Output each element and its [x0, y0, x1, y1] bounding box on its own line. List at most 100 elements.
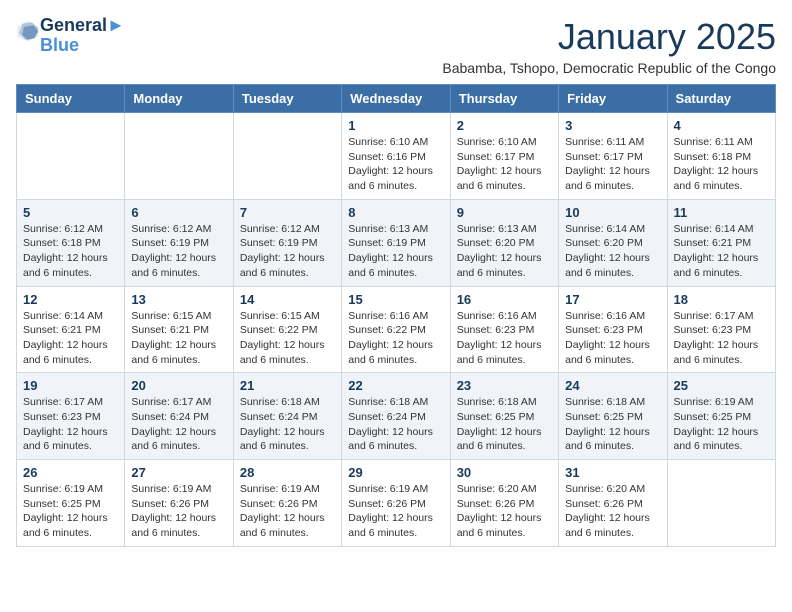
calendar-cell: 8 Sunrise: 6:13 AMSunset: 6:19 PMDaylight… [342, 199, 450, 286]
calendar-cell: 14Sunrise: 6:15 AMSunset: 6:22 PMDayligh… [233, 286, 341, 373]
day-info: Sunrise: 6:16 AMSunset: 6:23 PMDaylight:… [565, 309, 660, 368]
location-subtitle: Babamba, Tshopo, Democratic Republic of … [442, 60, 776, 76]
calendar-cell: 29 Sunrise: 6:19 AMSunset: 6:26 PMDayligh… [342, 460, 450, 547]
calendar-cell: 12 Sunrise: 6:14 AMSunset: 6:21 PMDayligh… [17, 286, 125, 373]
day-number: 17 [565, 292, 660, 307]
calendar-table: SundayMondayTuesdayWednesdayThursdayFrid… [16, 84, 776, 547]
calendar-cell: 5 Sunrise: 6:12 AMSunset: 6:18 PMDaylight… [17, 199, 125, 286]
day-info: Sunrise: 6:13 AMSunset: 6:20 PMDaylight:… [457, 222, 552, 281]
day-number: 25 [674, 378, 769, 393]
day-info: Sunrise: 6:10 AMSunset: 6:17 PMDaylight:… [457, 135, 552, 194]
day-info: Sunrise: 6:19 AMSunset: 6:25 PMDaylight:… [674, 395, 769, 454]
day-number: 28 [240, 465, 335, 480]
weekday-header: Monday [125, 85, 233, 113]
day-info: Sunrise: 6:19 AMSunset: 6:26 PMDaylight:… [131, 482, 226, 541]
day-info: Sunrise: 6:19 AMSunset: 6:26 PMDaylight:… [348, 482, 443, 541]
day-info: Sunrise: 6:18 AMSunset: 6:24 PMDaylight:… [348, 395, 443, 454]
calendar-week-row: 12 Sunrise: 6:14 AMSunset: 6:21 PMDayligh… [17, 286, 776, 373]
day-info: Sunrise: 6:16 AMSunset: 6:22 PMDaylight:… [348, 309, 443, 368]
day-number: 20 [131, 378, 226, 393]
calendar-cell: 27 Sunrise: 6:19 AMSunset: 6:26 PMDayligh… [125, 460, 233, 547]
calendar-cell: 20 Sunrise: 6:17 AMSunset: 6:24 PMDayligh… [125, 373, 233, 460]
day-number: 10 [565, 205, 660, 220]
calendar-header-row: SundayMondayTuesdayWednesdayThursdayFrid… [17, 85, 776, 113]
weekday-header: Friday [559, 85, 667, 113]
day-info: Sunrise: 6:20 AMSunset: 6:26 PMDaylight:… [565, 482, 660, 541]
day-info: Sunrise: 6:12 AMSunset: 6:18 PMDaylight:… [23, 222, 118, 281]
calendar-week-row: 1 Sunrise: 6:10 AMSunset: 6:16 PMDaylight… [17, 113, 776, 200]
day-number: 1 [348, 118, 443, 133]
calendar-cell: 28Sunrise: 6:19 AMSunset: 6:26 PMDayligh… [233, 460, 341, 547]
calendar-cell: 31 Sunrise: 6:20 AMSunset: 6:26 PMDayligh… [559, 460, 667, 547]
day-info: Sunrise: 6:14 AMSunset: 6:21 PMDaylight:… [674, 222, 769, 281]
calendar-week-row: 26 Sunrise: 6:19 AMSunset: 6:25 PMDayligh… [17, 460, 776, 547]
calendar-cell: 19 Sunrise: 6:17 AMSunset: 6:23 PMDayligh… [17, 373, 125, 460]
day-number: 13 [131, 292, 226, 307]
calendar-cell [233, 113, 341, 200]
day-info: Sunrise: 6:20 AMSunset: 6:26 PMDaylight:… [457, 482, 552, 541]
logo-text-line1: General► [40, 16, 125, 36]
weekday-header: Thursday [450, 85, 558, 113]
day-number: 21 [240, 378, 335, 393]
day-info: Sunrise: 6:18 AMSunset: 6:24 PMDaylight:… [240, 395, 335, 454]
calendar-cell: 13 Sunrise: 6:15 AMSunset: 6:21 PMDayligh… [125, 286, 233, 373]
day-number: 15 [348, 292, 443, 307]
day-info: Sunrise: 6:13 AMSunset: 6:19 PMDaylight:… [348, 222, 443, 281]
day-number: 27 [131, 465, 226, 480]
calendar-cell [667, 460, 775, 547]
calendar-cell: 30 Sunrise: 6:20 AMSunset: 6:26 PMDayligh… [450, 460, 558, 547]
day-number: 6 [131, 205, 226, 220]
day-info: Sunrise: 6:19 AMSunset: 6:25 PMDaylight:… [23, 482, 118, 541]
day-number: 24 [565, 378, 660, 393]
day-number: 4 [674, 118, 769, 133]
calendar-cell: 2 Sunrise: 6:10 AMSunset: 6:17 PMDaylight… [450, 113, 558, 200]
day-info: Sunrise: 6:14 AMSunset: 6:21 PMDaylight:… [23, 309, 118, 368]
day-number: 29 [348, 465, 443, 480]
weekday-header: Tuesday [233, 85, 341, 113]
weekday-header: Wednesday [342, 85, 450, 113]
day-info: Sunrise: 6:15 AMSunset: 6:21 PMDaylight:… [131, 309, 226, 368]
calendar-week-row: 19 Sunrise: 6:17 AMSunset: 6:23 PMDayligh… [17, 373, 776, 460]
calendar-cell: 21 Sunrise: 6:18 AMSunset: 6:24 PMDayligh… [233, 373, 341, 460]
page-header: General► Blue January 2025 Babamba, Tsho… [16, 16, 776, 76]
day-info: Sunrise: 6:10 AMSunset: 6:16 PMDaylight:… [348, 135, 443, 194]
day-number: 23 [457, 378, 552, 393]
day-info: Sunrise: 6:18 AMSunset: 6:25 PMDaylight:… [457, 395, 552, 454]
calendar-cell: 23 Sunrise: 6:18 AMSunset: 6:25 PMDayligh… [450, 373, 558, 460]
day-number: 30 [457, 465, 552, 480]
calendar-cell: 15 Sunrise: 6:16 AMSunset: 6:22 PMDayligh… [342, 286, 450, 373]
weekday-header: Saturday [667, 85, 775, 113]
day-info: Sunrise: 6:11 AMSunset: 6:18 PMDaylight:… [674, 135, 769, 194]
calendar-cell: 9 Sunrise: 6:13 AMSunset: 6:20 PMDaylight… [450, 199, 558, 286]
calendar-cell: 10 Sunrise: 6:14 AMSunset: 6:20 PMDayligh… [559, 199, 667, 286]
calendar-week-row: 5 Sunrise: 6:12 AMSunset: 6:18 PMDaylight… [17, 199, 776, 286]
calendar-cell: 17 Sunrise: 6:16 AMSunset: 6:23 PMDayligh… [559, 286, 667, 373]
title-block: January 2025 Babamba, Tshopo, Democratic… [442, 16, 776, 76]
day-number: 11 [674, 205, 769, 220]
calendar-cell [125, 113, 233, 200]
month-title: January 2025 [442, 16, 776, 58]
day-number: 18 [674, 292, 769, 307]
calendar-cell: 11 Sunrise: 6:14 AMSunset: 6:21 PMDayligh… [667, 199, 775, 286]
day-info: Sunrise: 6:16 AMSunset: 6:23 PMDaylight:… [457, 309, 552, 368]
day-number: 8 [348, 205, 443, 220]
day-info: Sunrise: 6:14 AMSunset: 6:20 PMDaylight:… [565, 222, 660, 281]
day-number: 26 [23, 465, 118, 480]
day-number: 31 [565, 465, 660, 480]
day-number: 12 [23, 292, 118, 307]
day-number: 2 [457, 118, 552, 133]
calendar-cell: 16 Sunrise: 6:16 AMSunset: 6:23 PMDayligh… [450, 286, 558, 373]
day-info: Sunrise: 6:12 AMSunset: 6:19 PMDaylight:… [131, 222, 226, 281]
day-info: Sunrise: 6:18 AMSunset: 6:25 PMDaylight:… [565, 395, 660, 454]
day-number: 16 [457, 292, 552, 307]
day-number: 19 [23, 378, 118, 393]
day-info: Sunrise: 6:17 AMSunset: 6:23 PMDaylight:… [23, 395, 118, 454]
day-number: 9 [457, 205, 552, 220]
day-number: 3 [565, 118, 660, 133]
day-number: 5 [23, 205, 118, 220]
calendar-cell: 22 Sunrise: 6:18 AMSunset: 6:24 PMDayligh… [342, 373, 450, 460]
logo: General► Blue [16, 16, 125, 56]
day-number: 22 [348, 378, 443, 393]
calendar-cell [17, 113, 125, 200]
day-info: Sunrise: 6:17 AMSunset: 6:24 PMDaylight:… [131, 395, 226, 454]
